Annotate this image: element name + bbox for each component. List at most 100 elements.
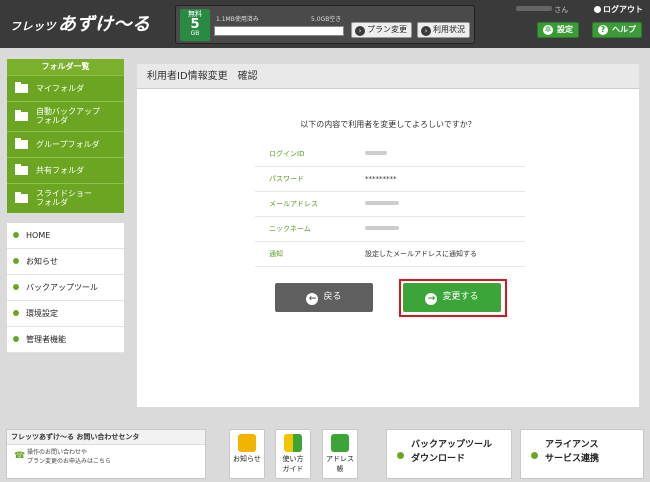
nav-item-admin[interactable]: 管理者機能 [7, 327, 124, 353]
folder-icon [15, 110, 28, 121]
masked-value [365, 151, 387, 155]
nav-item-home[interactable]: HOME [7, 223, 124, 249]
help-button[interactable]: ? ヘルプ [592, 22, 642, 38]
field-row-password: パスワード ********* [255, 167, 525, 192]
nav-label: 環境設定 [26, 309, 58, 318]
news-label: お知らせ [233, 455, 261, 463]
bullet-icon [13, 232, 19, 238]
confirm-question: 以下の内容で利用者を変更してよろしいですか？ [300, 120, 476, 129]
logout-icon [594, 6, 601, 13]
address-label-2: 帳 [336, 465, 344, 473]
bullet-icon [531, 452, 538, 459]
app-logo[interactable]: フレッツ あずけ〜る [10, 10, 151, 36]
label-line-1: 自動バックアップ [36, 106, 100, 116]
logout-link[interactable]: ログアウト [594, 4, 643, 15]
logout-label: ログアウト [603, 5, 643, 14]
nav-label: バックアップツール [26, 283, 98, 292]
plan-change-button[interactable]: › プラン変更 [351, 22, 412, 38]
field-value [365, 192, 399, 217]
field-value [365, 217, 399, 242]
usage-status-button[interactable]: › 利用状況 [417, 22, 470, 38]
bullet-icon [13, 336, 19, 342]
bullet-icon [397, 452, 404, 459]
sidebar-item-slideshow-folder[interactable]: スライドショー フォルダ [7, 183, 124, 213]
contact-line-1: 操作のお問い合わせや [27, 449, 88, 456]
field-row-login-id: ログインID [255, 142, 525, 167]
field-row-email: メールアドレス [255, 192, 525, 217]
sidebar-item-group-folder[interactable]: グループフォルダ [7, 131, 124, 157]
contact-line-2: プラン変更のお申込みはこちら [27, 458, 112, 465]
main-panel: 利用者ID情報変更 確認 以下の内容で利用者を変更してよろしいですか？ ログイン… [137, 64, 639, 407]
plan-unit: GB [190, 30, 200, 37]
nav-label: お知らせ [26, 257, 58, 266]
field-label: メールアドレス [269, 200, 318, 208]
logo-main-text: あずけ〜る [58, 14, 151, 35]
settings-button[interactable]: ✲ 設定 [537, 22, 579, 38]
nav-label: 管理者機能 [26, 335, 66, 344]
folder-icon [15, 138, 28, 149]
masked-username [516, 6, 552, 11]
gear-icon: ✲ [543, 25, 553, 35]
masked-value [365, 226, 399, 230]
sidebar-nav: HOME お知らせ バックアップツール 環境設定 管理者機能 [7, 223, 124, 353]
user-guide-button[interactable]: 使い方 ガイド [275, 429, 311, 479]
folder-list-title: フォルダ一覧 [7, 59, 124, 75]
sidebar-item-auto-backup-folder[interactable]: 自動バックアップ フォルダ [7, 101, 124, 131]
change-button[interactable]: → 変更する [403, 283, 501, 312]
guide-label-2: ガイド [282, 465, 304, 473]
settings-label: 設定 [557, 25, 573, 34]
field-row-nickname: ニックネーム [255, 217, 525, 242]
logo-small-text: フレッツ [10, 20, 56, 33]
sidebar: フォルダ一覧 マイフォルダ 自動バックアップ フォルダ グループフォルダ 共有フォ… [7, 59, 124, 353]
field-value [365, 142, 387, 167]
back-button[interactable]: ← 戻る [275, 283, 373, 312]
change-label: 変更する [442, 292, 479, 302]
label-line-2: フォルダ [36, 115, 68, 125]
usage-status-label: 利用状況 [433, 25, 465, 34]
news-button[interactable]: お知らせ [229, 429, 265, 479]
nav-item-backup-tool[interactable]: バックアップツール [7, 275, 124, 301]
field-value: ********* [365, 175, 397, 183]
help-label: ヘルプ [612, 25, 636, 34]
alliance-service-button[interactable]: アライアンス サービス連携 [520, 429, 644, 479]
address-label-1: アドレス [326, 455, 354, 463]
sidebar-item-my-folder[interactable]: マイフォルダ [7, 75, 124, 101]
sidebar-item-label: 自動バックアップ フォルダ [36, 106, 100, 126]
nav-item-news[interactable]: お知らせ [7, 249, 124, 275]
folder-icon [15, 164, 28, 175]
nav-label: HOME [26, 231, 51, 240]
label-line-1: スライドショー [36, 188, 92, 198]
folder-icon [15, 82, 28, 93]
field-label: 通知 [269, 250, 283, 258]
masked-value [365, 201, 399, 205]
folder-icon [15, 192, 28, 203]
backup-tool-download-button[interactable]: バックアップツール ダウンロード [386, 429, 512, 479]
phone-icon: ☎ [14, 451, 26, 461]
user-name: さん [516, 5, 576, 14]
address-book-button[interactable]: アドレス帳 [322, 429, 358, 479]
alliance-line-1: アライアンス [545, 440, 599, 450]
arrow-right-icon: → [425, 293, 438, 305]
contact-body: 操作のお問い合わせや プラン変更のお申込みはこちら [27, 448, 111, 466]
field-label: ニックネーム [269, 225, 311, 233]
backup-tool-line-1: バックアップツール [411, 440, 493, 450]
field-label: ログインID [269, 150, 305, 158]
bullet-icon [13, 258, 19, 264]
contact-center-box[interactable]: フレッツあずけ〜る お問い合わせセンタ ☎ 操作のお問い合わせや プラン変更のお… [6, 429, 206, 479]
user-suffix: さん [554, 6, 569, 14]
top-header: フレッツ あずけ〜る 無料 5 GB 1.1MB使用済み 5.0GB空き › プラン… [0, 0, 650, 48]
sidebar-item-shared-folder[interactable]: 共有フォルダ [7, 157, 124, 183]
sidebar-item-label: スライドショー フォルダ [36, 188, 92, 208]
address-book-icon [331, 434, 349, 452]
used-storage-text: 1.1MB使用済み [216, 16, 259, 23]
footer: フレッツあずけ〜る お問い合わせセンタ ☎ 操作のお問い合わせや プラン変更のお… [0, 418, 650, 482]
bullet-icon [13, 284, 19, 290]
storage-panel: 無料 5 GB 1.1MB使用済み 5.0GB空き › プラン変更 › 利用状況 [175, 5, 475, 44]
field-value: 設定したメールアドレスに通知する [365, 250, 477, 258]
page-title: 利用者ID情報変更 確認 [137, 64, 639, 89]
plan-change-label: プラン変更 [367, 25, 407, 34]
free-storage-text: 5.0GB空き [311, 16, 342, 23]
sidebar-item-label: グループフォルダ [36, 140, 100, 149]
contact-title: フレッツあずけ〜る お問い合わせセンタ [7, 430, 205, 445]
nav-item-preferences[interactable]: 環境設定 [7, 301, 124, 327]
